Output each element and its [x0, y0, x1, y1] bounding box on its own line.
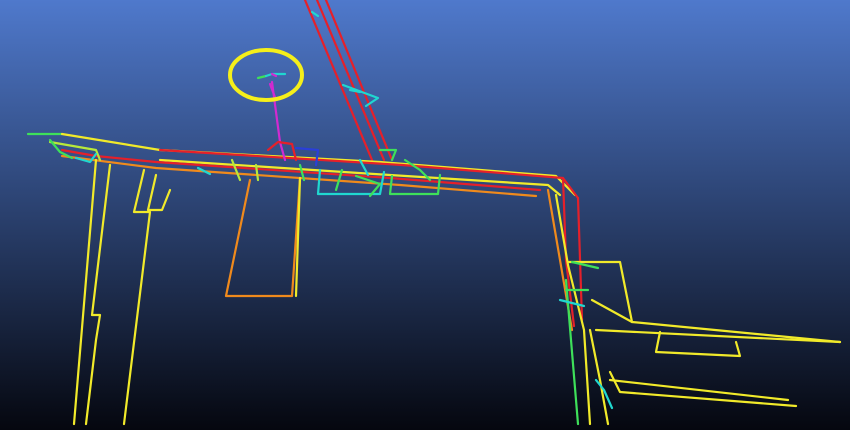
sky-gradient-background [0, 0, 850, 430]
tunnel-network-view[interactable] [0, 0, 850, 430]
point-cloud-viewport[interactable] [0, 0, 850, 430]
